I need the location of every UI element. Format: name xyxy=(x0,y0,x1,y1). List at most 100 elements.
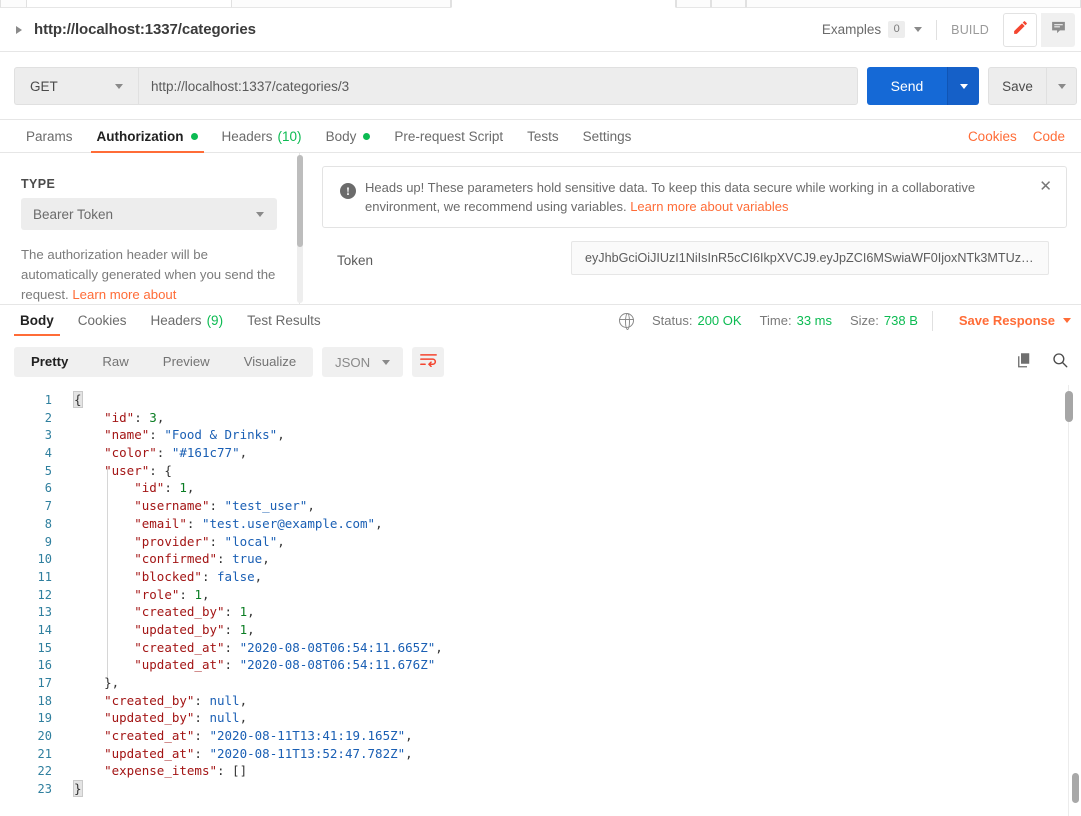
line-number: 19 xyxy=(37,711,52,726)
examples-chevron-down-icon[interactable] xyxy=(914,27,923,32)
edit-request-button[interactable] xyxy=(1003,12,1037,47)
code-line-text: "id": 3, xyxy=(52,409,164,427)
body-toolbar-actions xyxy=(1015,347,1069,377)
response-tab-headers[interactable]: Headers (9) xyxy=(139,305,236,336)
code-token: "created_at" xyxy=(134,639,225,655)
request-tab-headers[interactable]: Headers (10) xyxy=(210,120,314,153)
response-tab-body[interactable]: Body xyxy=(8,305,66,336)
response-tab-cookies[interactable]: Cookies xyxy=(66,305,139,336)
code-line: 8 "email": "test.user@example.com", xyxy=(0,515,1081,533)
request-link-cookies[interactable]: Cookies xyxy=(960,129,1025,144)
code-token: : xyxy=(224,621,240,637)
save-response-button[interactable]: Save Response xyxy=(959,313,1055,328)
method-select[interactable]: GET xyxy=(14,67,138,105)
save-options-button[interactable] xyxy=(1046,67,1077,105)
code-token: 3 xyxy=(149,409,157,425)
code-token: , xyxy=(239,445,248,461)
code-token: : [] xyxy=(217,763,248,779)
copy-button[interactable] xyxy=(1015,351,1033,374)
request-tab-params[interactable]: Params xyxy=(14,120,85,153)
request-tab-authorization[interactable]: Authorization xyxy=(85,120,210,153)
tab-cutoff-segment[interactable] xyxy=(746,0,1081,8)
auth-type-select[interactable]: Bearer Token xyxy=(21,198,277,230)
url-input[interactable]: http://localhost:1337/categories/3 xyxy=(138,67,858,105)
request-tab-label: Body xyxy=(325,129,357,144)
code-token: , xyxy=(307,498,315,514)
code-token: , xyxy=(239,710,248,726)
response-tab-test-results[interactable]: Test Results xyxy=(235,305,333,336)
code-line-text: "expense_items": [] xyxy=(52,762,247,780)
code-token: : { xyxy=(149,462,172,478)
request-tab-pre-request-script[interactable]: Pre-request Script xyxy=(382,120,515,153)
postman-request-response-view: http://localhost:1337/categories Example… xyxy=(0,0,1081,816)
tab-cutoff-segment[interactable] xyxy=(231,0,451,8)
status-dot-icon xyxy=(363,133,371,140)
build-label[interactable]: BUILD xyxy=(951,23,989,37)
code-token: "2020-08-11T13:52:47.782Z" xyxy=(209,745,406,761)
comments-button[interactable] xyxy=(1041,12,1075,47)
code-token: "local" xyxy=(224,533,278,549)
info-icon: ! xyxy=(340,183,356,199)
tab-cutoff-segment[interactable] xyxy=(711,0,746,8)
tab-cutoff-segment-active[interactable] xyxy=(451,0,676,8)
code-line: 19 "updated_by": null, xyxy=(0,709,1081,727)
notice-link[interactable]: Learn more about variables xyxy=(630,199,788,214)
window-scrollbar-thumb[interactable] xyxy=(1072,773,1079,803)
save-button[interactable]: Save xyxy=(988,67,1046,105)
tab-cutoff-segment[interactable] xyxy=(676,0,711,8)
code-token: : xyxy=(209,533,225,549)
response-body-viewer[interactable]: 1{2 "id": 3, 3 "name": "Food & Drinks", 4 … xyxy=(0,385,1081,816)
auth-type-value: Bearer Token xyxy=(33,206,114,222)
send-options-button[interactable] xyxy=(947,67,979,105)
divider xyxy=(931,310,933,331)
token-input[interactable]: eyJhbGciOiJIUzI1NiIsInR5cCI6IkpXVCJ9.eyJ… xyxy=(571,241,1049,275)
code-line: 2 "id": 3, xyxy=(0,409,1081,427)
body-view-raw[interactable]: Raw xyxy=(85,347,145,377)
code-token: 1 xyxy=(239,621,248,637)
code-line-text: "email": "test.user@example.com", xyxy=(52,515,382,533)
word-wrap-button[interactable] xyxy=(412,347,444,377)
code-token: "id" xyxy=(134,480,165,496)
body-view-preview[interactable]: Preview xyxy=(146,347,227,377)
chevron-down-icon xyxy=(382,359,391,365)
close-icon[interactable]: ✕ xyxy=(1039,179,1052,194)
authorization-type-pane: TYPE Bearer Token The authorization head… xyxy=(0,153,303,304)
line-number: 3 xyxy=(44,428,52,443)
request-tab-settings[interactable]: Settings xyxy=(571,120,644,153)
code-token: "username" xyxy=(134,498,210,514)
code-token: 1 xyxy=(239,604,248,620)
request-tab-body[interactable]: Body xyxy=(314,120,383,153)
body-format-select[interactable]: JSON xyxy=(322,347,404,377)
code-line: 9 "provider": "local", xyxy=(0,533,1081,551)
code-token: "test.user@example.com" xyxy=(201,515,376,531)
line-number: 18 xyxy=(37,693,52,708)
request-link-code[interactable]: Code xyxy=(1025,129,1073,144)
save-response-chevron-down-icon[interactable] xyxy=(1063,318,1071,323)
code-token: : xyxy=(134,409,150,425)
status-dot-icon xyxy=(190,133,198,140)
request-tab-tests[interactable]: Tests xyxy=(515,120,571,153)
send-button[interactable]: Send xyxy=(867,67,947,105)
code-token: false xyxy=(217,568,255,584)
response-scrollbar-track[interactable] xyxy=(1068,385,1069,816)
code-token: : xyxy=(156,445,172,461)
auth-description-link[interactable]: Learn more about xyxy=(72,287,176,302)
code-token: , xyxy=(247,621,255,637)
code-token: : xyxy=(179,586,195,602)
line-number: 10 xyxy=(37,552,52,567)
response-tab-label: Test Results xyxy=(247,313,321,328)
line-number: 22 xyxy=(37,764,52,779)
comment-icon xyxy=(1050,19,1067,41)
body-view-visualize[interactable]: Visualize xyxy=(227,347,314,377)
tab-cutoff-segment[interactable] xyxy=(0,0,27,8)
response-scrollbar-thumb[interactable] xyxy=(1065,391,1073,422)
search-button[interactable] xyxy=(1051,351,1069,374)
method-chevron-down-icon xyxy=(115,83,123,89)
time-value: 33 ms xyxy=(796,313,832,328)
code-token: , xyxy=(405,745,413,761)
code-token: "created_at" xyxy=(104,728,195,744)
code-token: : xyxy=(224,604,240,620)
code-token: : xyxy=(201,568,218,584)
caret-right-icon[interactable] xyxy=(16,25,22,34)
body-view-pretty[interactable]: Pretty xyxy=(14,347,85,377)
